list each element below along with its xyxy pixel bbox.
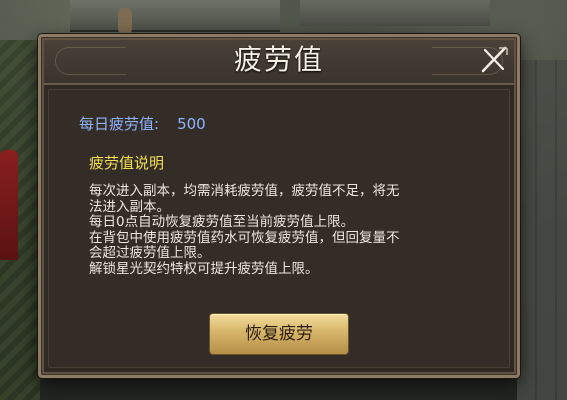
- fatigue-explanation-title: 疲劳值说明: [89, 154, 165, 172]
- description-line: 每次进入副本，均需消耗疲劳值，疲劳值不足，将无: [89, 183, 400, 199]
- description-line: 解锁星光契约特权可提升疲劳值上限。: [89, 260, 319, 277]
- daily-fatigue-row: 每日疲劳值: 500: [79, 113, 206, 134]
- description-line: 会超过疲劳值上限。: [89, 245, 211, 262]
- background-pavement: [517, 60, 567, 400]
- restore-fatigue-button[interactable]: 恢复疲劳: [210, 314, 348, 354]
- close-icon: [481, 46, 508, 73]
- daily-fatigue-value: 500: [177, 115, 206, 133]
- fatigue-dialog: 疲劳值 每日疲劳值: 500 疲劳值说明 每次进入副本，均需消耗疲劳值，疲劳值不足…: [38, 34, 520, 378]
- background-building: [70, 0, 280, 32]
- background-building: [300, 0, 490, 26]
- description-line: 每日0点自动恢复疲劳值至当前疲劳值上限。: [89, 214, 355, 231]
- description-line: 法进入副本。: [89, 198, 170, 215]
- dialog-title-bar: 疲劳值: [41, 37, 517, 85]
- dialog-title: 疲劳值: [233, 43, 324, 76]
- background-character: [118, 8, 132, 34]
- daily-fatigue-label: 每日疲劳值:: [79, 115, 160, 133]
- fatigue-explanation-text: 每次进入副本，均需消耗疲劳值，疲劳值不足，将无 法进入副本。 每日0点自动恢复疲…: [89, 183, 479, 278]
- game-scene: 疲劳值 每日疲劳值: 500 疲劳值说明 每次进入副本，均需消耗疲劳值，疲劳值不足…: [0, 0, 567, 400]
- background-character: [0, 150, 18, 260]
- close-button[interactable]: [474, 40, 514, 78]
